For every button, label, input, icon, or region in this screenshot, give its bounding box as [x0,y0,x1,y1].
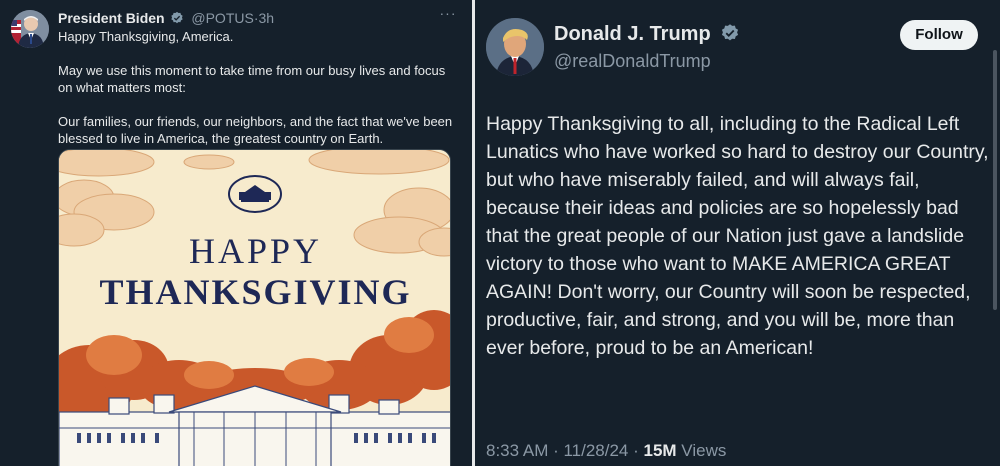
display-name: Donald J. Trump [554,22,740,49]
verified-badge-icon [170,11,184,28]
timestamp[interactable]: 8:33 AM · 11/28/24 · [486,441,644,460]
avatar[interactable] [11,10,49,48]
tweet-meta: 8:33 AM · 11/28/24 · 15M Views [486,440,726,462]
avatar[interactable] [486,18,544,76]
display-name-text[interactable]: Donald J. Trump [554,23,711,45]
timestamp[interactable]: 3h [259,10,275,26]
follow-button[interactable]: Follow [900,20,978,50]
paragraph: Happy Thanksgiving, America. [58,29,234,44]
display-name[interactable]: President Biden [58,10,165,26]
tweet-image[interactable]: HAPPY THANKSGIVING [58,149,451,466]
white-house-logo-icon [228,175,282,213]
more-icon[interactable]: ··· [436,6,460,24]
scrollbar[interactable] [990,0,1000,466]
image-title-line2: THANKSGIVING [99,272,412,312]
handle[interactable]: @realDonaldTrump [554,50,711,72]
verified-badge-icon [720,23,740,49]
scrollbar-thumb[interactable] [993,50,997,310]
image-title-line1: HAPPY [188,231,323,271]
paragraph: Our families, our friends, our neighbors… [58,114,453,146]
views-label: Views [676,441,727,460]
paragraph: May we use this moment to take time from… [58,63,446,95]
views-count: 15M [643,441,677,460]
left-tweet: President Biden @POTUS·3h ··· Happy Than… [0,0,472,466]
handle[interactable]: @POTUS [191,10,253,26]
right-tweet: Donald J. Trump @realDonaldTrump Follow … [475,0,1000,466]
tweet-text: Happy Thanksgiving to all, including to … [486,113,989,359]
tweet-header: President Biden @POTUS·3h [58,10,274,28]
tweet-text: Happy Thanksgiving, America. May we use … [58,28,453,164]
